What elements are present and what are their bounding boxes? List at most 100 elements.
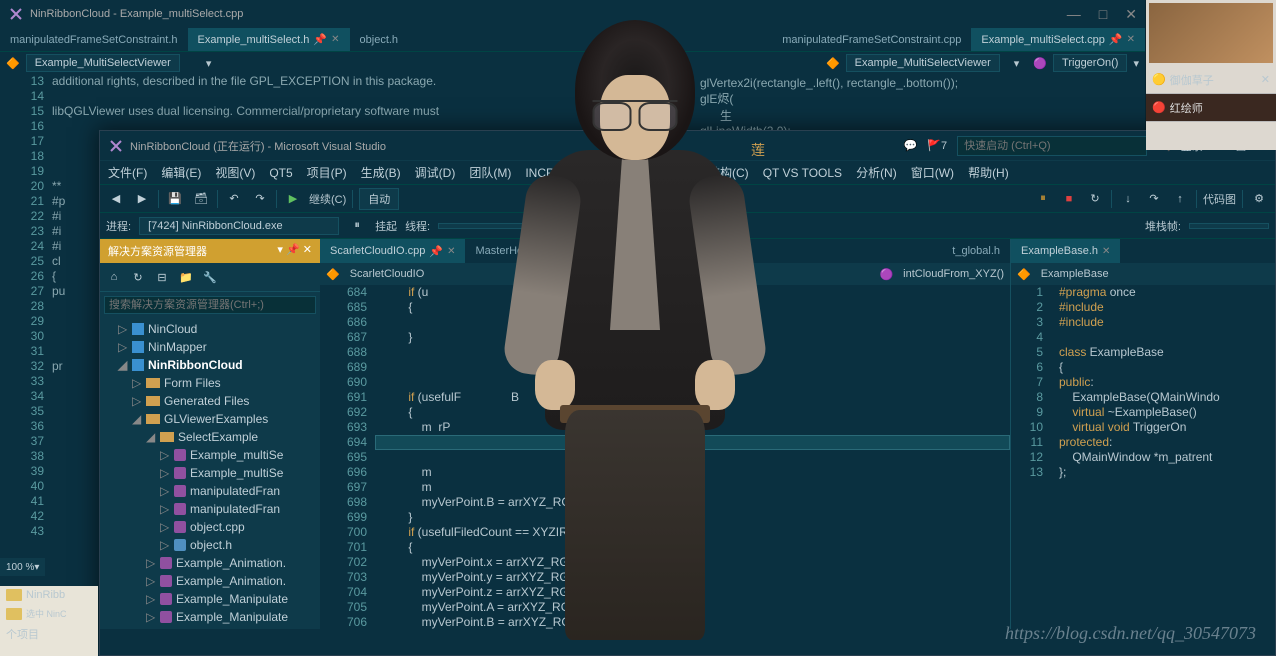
tree-item[interactable]: ◢SelectExample	[100, 428, 320, 446]
tab-object-h[interactable]: object.h	[350, 28, 409, 51]
browser-tab[interactable]: 🟡 御伽草子 ✕	[1146, 66, 1276, 94]
tree-item[interactable]: ▷NinCloud	[100, 320, 320, 338]
close-button[interactable]: ✕	[1125, 6, 1137, 23]
folder-item[interactable]: 选中 NinC	[0, 604, 98, 623]
tree-item[interactable]: ▷Example_Animation.	[100, 554, 320, 572]
pin-icon[interactable]: 📌	[1109, 33, 1123, 46]
tab-examplebase-h[interactable]: ExampleBase.h ✕	[1011, 239, 1120, 263]
home-icon[interactable]: ⌂	[104, 267, 124, 287]
right-code[interactable]: 12345678910111213 #pragma once#include#i…	[1011, 285, 1275, 629]
nav-back-icon[interactable]: ◀	[106, 189, 126, 209]
nav-method[interactable]: intCloudFrom_XYZ()	[903, 268, 1004, 280]
solution-search-input[interactable]	[104, 296, 316, 314]
tab-multiselect-h[interactable]: Example_multiSelect.h📌✕	[188, 28, 350, 51]
undo-icon[interactable]: ↶	[224, 189, 244, 209]
pause-icon[interactable]: ⏸	[1033, 189, 1053, 209]
close-icon[interactable]: ✕	[1261, 73, 1270, 86]
tree-item[interactable]: ▷object.cpp	[100, 518, 320, 536]
nav-fwd-icon[interactable]: ▶	[132, 189, 152, 209]
code-map-button[interactable]: 代码图	[1203, 191, 1236, 207]
tree-item[interactable]: ▷Generated Files	[100, 392, 320, 410]
collapse-icon[interactable]: ⊟	[152, 267, 172, 287]
maximize-button[interactable]: □	[1099, 6, 1107, 23]
menu-item[interactable]: 文件(F)	[108, 164, 147, 181]
menu-item[interactable]: 分析(N)	[856, 164, 897, 181]
nav-method-combo[interactable]: TriggerOn()	[1053, 54, 1127, 72]
continue-label[interactable]: 继续(C)	[309, 191, 346, 207]
close-icon[interactable]: ✕	[447, 246, 455, 257]
zoom-control[interactable]: 100 % ▾	[0, 558, 45, 576]
notification-icon[interactable]: 💬	[904, 139, 918, 152]
desktop-mascot-character[interactable]: 莲	[510, 20, 760, 640]
solution-toolbar: ⌂ ↻ ⊟ 📁 🔧	[100, 263, 320, 292]
stack-combo[interactable]	[1189, 223, 1269, 229]
tree-item[interactable]: ▷object.h	[100, 536, 320, 554]
suspend-icon[interactable]: ⏸	[347, 216, 367, 236]
tree-item[interactable]: ◢NinRibbonCloud	[100, 356, 320, 374]
browser-tab-dark[interactable]: 🔴 红绘师	[1146, 94, 1276, 122]
tab-constraint-cpp[interactable]: manipulatedFrameSetConstraint.cpp	[772, 28, 971, 51]
close-icon[interactable]: ✕	[1127, 34, 1135, 45]
right-lines[interactable]: #pragma once#include#includeclass Exampl…	[1051, 285, 1275, 629]
menu-item[interactable]: 项目(P)	[307, 164, 347, 181]
tab-constraint-h[interactable]: manipulatedFrameSetConstraint.h	[0, 28, 188, 51]
redo-icon[interactable]: ↷	[250, 189, 270, 209]
solution-explorer-title: 解决方案资源管理器 ▾ 📌 ✕	[100, 239, 320, 263]
minimize-button[interactable]: —	[1067, 6, 1081, 23]
properties-icon[interactable]: 🔧	[200, 267, 220, 287]
tree-item[interactable]: ◢GLViewerExamples	[100, 410, 320, 428]
restart-icon[interactable]: ↻	[1085, 189, 1105, 209]
menu-item[interactable]: 团队(M)	[469, 164, 511, 181]
menu-item[interactable]: 调试(D)	[415, 164, 456, 181]
menu-item[interactable]: 编辑(E)	[161, 164, 201, 181]
dropdown-icon[interactable]: ▾	[277, 244, 283, 256]
watermark-text: https://blog.csdn.net/qq_30547073	[1005, 623, 1256, 644]
nav-class[interactable]: ExampleBase	[1041, 268, 1109, 280]
folder-item[interactable]: NinRibb	[0, 586, 98, 604]
menu-item[interactable]: 帮助(H)	[968, 164, 1009, 181]
tool-icon[interactable]: ⚙	[1249, 189, 1269, 209]
break-mode-combo[interactable]: 自动	[359, 188, 399, 210]
step-into-icon[interactable]: ↓	[1118, 189, 1138, 209]
tree-item[interactable]: ▷Example_Animation.	[100, 572, 320, 590]
tree-item[interactable]: ▷Form Files	[100, 374, 320, 392]
quick-launch-input[interactable]	[957, 136, 1147, 156]
solution-tree[interactable]: ▷NinCloud▷NinMapper◢NinRibbonCloud▷Form …	[100, 318, 320, 629]
tab-global-h[interactable]: t_global.h	[942, 239, 1010, 263]
stop-icon[interactable]: ■	[1059, 189, 1079, 209]
tab-scarlet-io[interactable]: ScarletCloudIO.cpp 📌 ✕	[320, 239, 465, 263]
save-icon[interactable]: 💾	[165, 189, 185, 209]
tree-item[interactable]: ▷manipulatedFran	[100, 482, 320, 500]
center-gutter: 6846856866876886896906916926936946956966…	[320, 285, 375, 629]
nav-class[interactable]: ScarletCloudIO	[350, 268, 425, 280]
tree-item[interactable]: ▷NinMapper	[100, 338, 320, 356]
tab-multiselect-cpp[interactable]: Example_multiSelect.cpp📌✕	[971, 28, 1145, 51]
menu-item[interactable]: 窗口(W)	[911, 164, 954, 181]
save-all-icon[interactable]: 🗃	[191, 189, 211, 209]
step-over-icon[interactable]: ↷	[1144, 189, 1164, 209]
step-out-icon[interactable]: ↑	[1170, 189, 1190, 209]
refresh-icon[interactable]: ↻	[128, 267, 148, 287]
process-combo[interactable]: [7424] NinRibbonCloud.exe	[139, 217, 339, 235]
tree-item[interactable]: ▷Example_multiSe	[100, 446, 320, 464]
pin-icon[interactable]: 📌	[286, 244, 300, 256]
menu-item[interactable]: 视图(V)	[215, 164, 255, 181]
menu-item[interactable]: QT VS TOOLS	[763, 166, 842, 180]
close-icon[interactable]: ✕	[303, 244, 312, 256]
continue-icon[interactable]: ▶	[283, 189, 303, 209]
tree-item[interactable]: ▷manipulatedFran	[100, 500, 320, 518]
pin-icon[interactable]: 📌	[429, 245, 443, 258]
menu-item[interactable]: QT5	[269, 166, 292, 180]
nav-class-combo-r[interactable]: Example_MultiSelectViewer	[846, 54, 1000, 72]
pin-icon[interactable]: 📌	[313, 33, 327, 46]
menu-item[interactable]: 生成(B)	[361, 164, 401, 181]
feedback-icon[interactable]: 🚩7	[927, 139, 947, 152]
show-all-icon[interactable]: 📁	[176, 267, 196, 287]
close-icon[interactable]: ✕	[331, 34, 339, 45]
character-badge: 莲	[751, 140, 765, 160]
tree-item[interactable]: ▷Example_multiSe	[100, 464, 320, 482]
tree-item[interactable]: ▷Example_Manipulate	[100, 590, 320, 608]
tree-item[interactable]: ▷Example_Manipulate	[100, 608, 320, 626]
close-icon[interactable]: ✕	[1102, 246, 1110, 257]
nav-class-combo[interactable]: Example_MultiSelectViewer	[26, 54, 180, 72]
